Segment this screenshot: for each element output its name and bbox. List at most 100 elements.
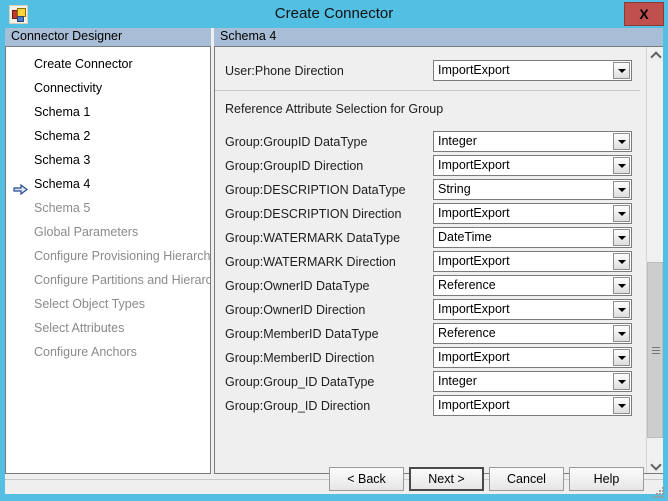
field-label: Group:DESCRIPTION Direction xyxy=(225,207,402,221)
sidebar-item-schema-1[interactable]: Schema 1 xyxy=(6,100,210,124)
sidebar-item-label: Schema 2 xyxy=(34,129,91,143)
chevron-down-icon[interactable] xyxy=(647,456,663,473)
chevron-down-icon[interactable] xyxy=(613,62,630,79)
right-panel-caption: Schema 4 xyxy=(220,29,277,43)
combobox-value: DateTime xyxy=(438,230,492,244)
sidebar-item-schema-5: Schema 5 xyxy=(6,196,210,220)
sidebar-item-label: Schema 5 xyxy=(34,201,91,215)
help-button[interactable]: Help xyxy=(569,467,644,491)
field-label: Group:GroupID Direction xyxy=(225,159,364,173)
group-watermark-direction-combobox[interactable]: ImportExport xyxy=(433,251,632,272)
sidebar-item-label: Schema 4 xyxy=(34,177,91,191)
scrollbar-thumb[interactable] xyxy=(647,262,663,438)
resize-grip-icon[interactable] xyxy=(652,485,666,499)
chevron-down-icon[interactable] xyxy=(613,301,630,318)
sidebar-item-label: Schema 3 xyxy=(34,153,91,167)
field-label: Group:GroupID DataType xyxy=(225,135,368,149)
current-step-arrow-icon xyxy=(13,179,28,196)
chevron-down-icon[interactable] xyxy=(613,157,630,174)
field-label: Group:DESCRIPTION DataType xyxy=(225,183,406,197)
chevron-up-icon[interactable] xyxy=(647,47,663,64)
sidebar-item-label: Global Parameters xyxy=(34,225,139,239)
group-memberid-datatype-combobox[interactable]: Reference xyxy=(433,323,632,344)
chevron-down-icon[interactable] xyxy=(613,229,630,246)
group-group-id-direction-combobox[interactable]: ImportExport xyxy=(433,395,632,416)
chevron-down-icon[interactable] xyxy=(613,325,630,342)
dialog-button-bar: < Back Next > Cancel Help xyxy=(5,467,663,501)
grip-icon xyxy=(652,347,660,354)
sidebar-item-configure-provisioning-hierarchy: Configure Provisioning Hierarchy xyxy=(6,244,210,268)
form-row: Group:WATERMARK DataType DateTime xyxy=(215,226,640,250)
chevron-down-icon[interactable] xyxy=(613,373,630,390)
back-button[interactable]: < Back xyxy=(329,467,404,491)
field-label: Group:Group_ID Direction xyxy=(225,399,371,413)
group-ownerid-direction-combobox[interactable]: ImportExport xyxy=(433,299,632,320)
sidebar-item-schema-2[interactable]: Schema 2 xyxy=(6,124,210,148)
sidebar-item-schema-4[interactable]: Schema 4 xyxy=(6,172,210,196)
form-row: Group:Group_ID Direction ImportExport xyxy=(215,394,640,418)
wizard-step-list: Create Connector Connectivity Schema 1 Sche… xyxy=(5,46,211,474)
sidebar-item-label: Configure Anchors xyxy=(34,345,137,359)
combobox-value: ImportExport xyxy=(438,63,510,77)
field-label: User:Phone Direction xyxy=(225,64,344,78)
field-label: Group:MemberID DataType xyxy=(225,327,379,341)
form-row: Group:GroupID Direction ImportExport xyxy=(215,154,640,178)
cancel-button[interactable]: Cancel xyxy=(489,467,564,491)
sidebar-item-connectivity[interactable]: Connectivity xyxy=(6,76,210,100)
sidebar-item-label: Configure Partitions and Hierarchies xyxy=(34,273,210,287)
group-description-datatype-combobox[interactable]: String xyxy=(433,179,632,200)
chevron-down-icon[interactable] xyxy=(613,205,630,222)
form-row: Group:DESCRIPTION Direction ImportExport xyxy=(215,202,640,226)
sidebar-item-configure-anchors: Configure Anchors xyxy=(6,340,210,364)
chevron-down-icon[interactable] xyxy=(613,181,630,198)
sidebar-item-select-attributes: Select Attributes xyxy=(6,316,210,340)
form-row: Group:MemberID DataType Reference xyxy=(215,322,640,346)
field-label: Group:WATERMARK Direction xyxy=(225,255,396,269)
chevron-down-icon[interactable] xyxy=(613,277,630,294)
field-label: Group:MemberID Direction xyxy=(225,351,375,365)
combobox-value: ImportExport xyxy=(438,158,510,172)
field-label: Group:Group_ID DataType xyxy=(225,375,375,389)
dialog-client-area: Connector Designer Schema 4 Create Conne… xyxy=(5,28,663,494)
group-description-direction-combobox[interactable]: ImportExport xyxy=(433,203,632,224)
window-title: Create Connector xyxy=(274,5,394,22)
combobox-value: ImportExport xyxy=(438,350,510,364)
chevron-down-icon[interactable] xyxy=(613,349,630,366)
field-label: Group:OwnerID Direction xyxy=(225,303,366,317)
combobox-value: Integer xyxy=(438,374,477,388)
form-row: Group:WATERMARK Direction ImportExport xyxy=(215,250,640,274)
right-panel-caption-band: Schema 4 xyxy=(214,28,663,46)
user-phone-direction-combobox[interactable]: ImportExport xyxy=(433,60,632,81)
sidebar-item-create-connector[interactable]: Create Connector xyxy=(6,52,210,76)
group-watermark-datatype-combobox[interactable]: DateTime xyxy=(433,227,632,248)
chevron-down-icon[interactable] xyxy=(613,397,630,414)
form-row: Group:OwnerID DataType Reference xyxy=(215,274,640,298)
form-row: User:Phone Direction ImportExport xyxy=(215,59,640,83)
form-row: Group:Group_ID DataType Integer xyxy=(215,370,640,394)
combobox-value: Integer xyxy=(438,134,477,148)
group-ownerid-datatype-combobox[interactable]: Reference xyxy=(433,275,632,296)
sidebar-item-label: Select Attributes xyxy=(34,321,125,335)
combobox-value: Reference xyxy=(438,278,496,292)
sidebar-item-schema-3[interactable]: Schema 3 xyxy=(6,148,210,172)
left-panel-caption: Connector Designer xyxy=(11,29,123,43)
chevron-down-icon[interactable] xyxy=(613,253,630,270)
combobox-value: ImportExport xyxy=(438,254,510,268)
group-memberid-direction-combobox[interactable]: ImportExport xyxy=(433,347,632,368)
next-button[interactable]: Next > xyxy=(409,467,484,491)
field-label: Group:OwnerID DataType xyxy=(225,279,370,293)
group-group-id-datatype-combobox[interactable]: Integer xyxy=(433,371,632,392)
field-label: Group:WATERMARK DataType xyxy=(225,231,401,245)
create-connector-dialog: Create Connector X Connector Designer Sc… xyxy=(0,0,668,501)
combobox-value: ImportExport xyxy=(438,206,510,220)
sidebar-item-label: Configure Provisioning Hierarchy xyxy=(34,249,211,263)
chevron-down-icon[interactable] xyxy=(613,133,630,150)
close-button[interactable]: X xyxy=(624,2,664,26)
form-row: Group:MemberID Direction ImportExport xyxy=(215,346,640,370)
sidebar-item-global-parameters: Global Parameters xyxy=(6,220,210,244)
group-groupid-datatype-combobox[interactable]: Integer xyxy=(433,131,632,152)
section-title: Reference Attribute Selection for Group xyxy=(225,102,444,116)
vertical-scrollbar[interactable] xyxy=(646,47,663,473)
sidebar-item-label: Connectivity xyxy=(34,81,103,95)
group-groupid-direction-combobox[interactable]: ImportExport xyxy=(433,155,632,176)
